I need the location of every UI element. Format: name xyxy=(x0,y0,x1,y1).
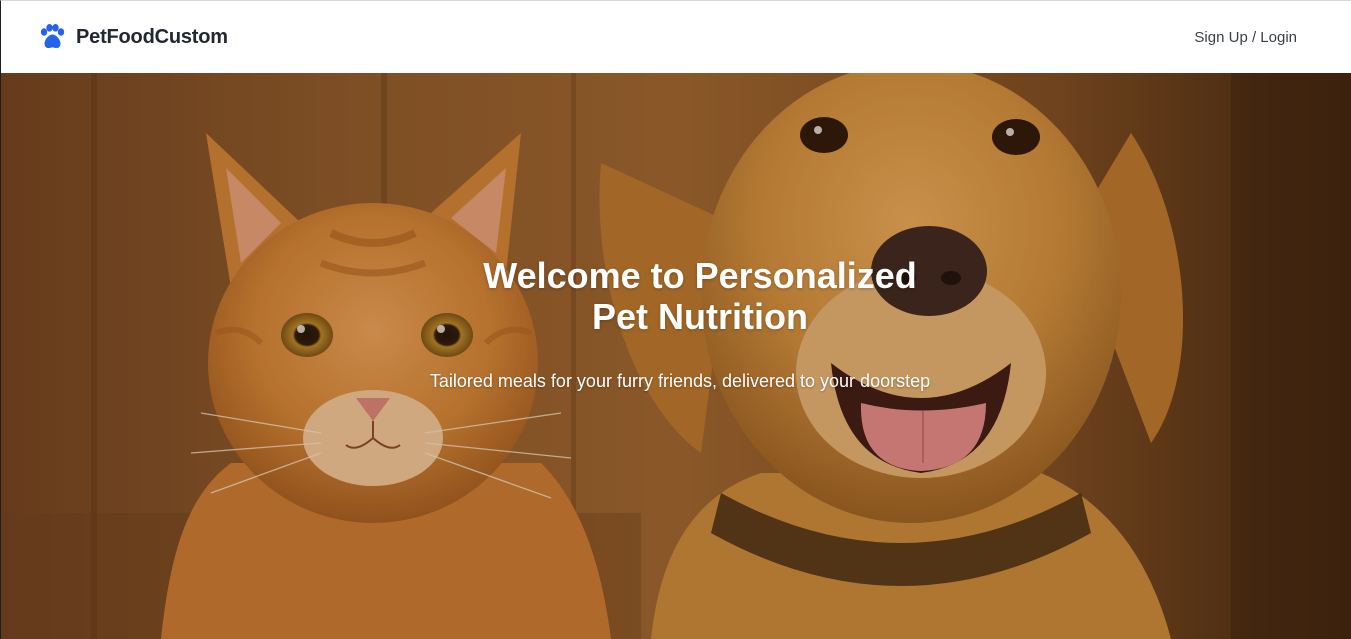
hero-subtitle: Tailored meals for your furry friends, d… xyxy=(429,371,931,391)
signup-login-link[interactable]: Sign Up / Login xyxy=(1194,29,1297,46)
top-navbar: PetFoodCustom Sign Up / Login xyxy=(0,0,1351,73)
page: PetFoodCustom Sign Up / Login Welcome to… xyxy=(0,0,1351,639)
hero-content: Welcome to Personalized Pet Nutrition Ta… xyxy=(1,73,1351,639)
hero-title-line-1: Welcome to Personalized xyxy=(483,255,917,296)
hero-title-line-2: Pet Nutrition xyxy=(592,296,808,337)
paw-icon xyxy=(40,24,65,49)
brand-logo-link[interactable]: PetFoodCustom xyxy=(38,24,228,50)
hero-title: Welcome to Personalized Pet Nutrition xyxy=(1,255,1351,337)
brand-name: PetFoodCustom xyxy=(76,25,228,48)
hero-section: Welcome to Personalized Pet Nutrition Ta… xyxy=(0,73,1351,639)
